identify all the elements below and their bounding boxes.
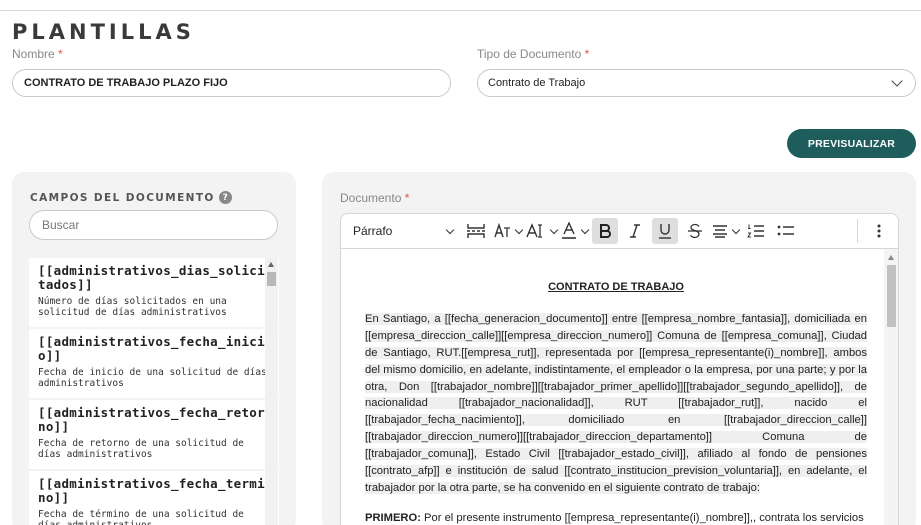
list-item[interactable]: [[administrativos_fecha_inicio]] Fecha d… — [29, 329, 279, 398]
paragraph-text: Por el presente instrumento [[empresa_re… — [420, 511, 864, 524]
field-name: [[administrativos_fecha_termino]] — [38, 476, 265, 505]
field-name: [[administrativos_dias_solicitados]] — [38, 263, 265, 292]
name-label-text: Nombre — [12, 47, 55, 61]
required-mark: * — [404, 191, 410, 205]
required-mark: * — [58, 47, 63, 61]
document-panel: Documento * Párrafo CONTRATO DE TRABAJO … — [322, 172, 916, 525]
align-icon[interactable] — [712, 218, 739, 244]
doc-type-select[interactable]: Contrato de Trabajo — [477, 69, 916, 97]
page-title: PLANTILLAS — [12, 20, 195, 44]
document-label: Documento * — [340, 191, 409, 205]
chevron-down-icon — [445, 225, 455, 234]
numbered-list-icon[interactable] — [743, 218, 769, 244]
bullet-list-icon[interactable] — [773, 218, 799, 244]
document-content: CONTRATO DE TRABAJO En Santiago, a [[fec… — [365, 279, 867, 525]
fields-panel-title-text: CAMPOS DEL DOCUMENTO — [30, 191, 215, 204]
field-description: Fecha de inicio de una solicitud de días… — [38, 367, 267, 389]
help-icon[interactable]: ? — [218, 191, 232, 204]
paragraph-text: En Santiago, a [[fecha_generacion_docume… — [365, 312, 867, 494]
editor-scrollbar[interactable] — [884, 249, 898, 525]
search-input[interactable] — [29, 210, 278, 240]
required-mark: * — [584, 47, 590, 61]
doc-type-label: Tipo de Documento * — [477, 47, 589, 61]
scrollbar-thumb[interactable] — [887, 265, 896, 327]
document-title: CONTRATO DE TRABAJO — [548, 281, 684, 293]
list-item[interactable]: [[administrativos_fecha_termino]] Fecha … — [29, 471, 279, 525]
name-input[interactable] — [12, 69, 451, 97]
chevron-down-icon — [891, 75, 903, 87]
font-color-icon[interactable] — [561, 218, 588, 244]
name-label: Nombre * — [12, 47, 63, 61]
scrollbar-thumb[interactable] — [267, 272, 276, 286]
font-size-icon[interactable] — [493, 218, 522, 244]
preview-button[interactable]: PREVISUALIZAR — [787, 129, 916, 158]
paragraph-format-value: Párrafo — [353, 224, 393, 238]
document-editor[interactable]: CONTRATO DE TRABAJO En Santiago, a [[fec… — [340, 249, 899, 525]
more-icon[interactable] — [866, 218, 892, 244]
document-label-text: Documento — [340, 191, 402, 205]
list-item[interactable]: [[administrativos_dias_solicitados]] Núm… — [29, 258, 279, 327]
field-name: [[administrativos_fecha_retorno]] — [38, 405, 265, 434]
strikethrough-icon[interactable] — [682, 218, 708, 244]
field-description: Fecha de retorno de una solicitud de día… — [38, 438, 244, 460]
list-item[interactable]: [[administrativos_fecha_retorno]] Fecha … — [29, 400, 279, 469]
italic-icon[interactable] — [622, 218, 648, 244]
editor-toolbar: Párrafo — [340, 213, 899, 249]
scroll-up-arrow-icon[interactable] — [888, 255, 894, 260]
paragraph-format-select[interactable]: Párrafo — [341, 214, 461, 248]
fields-panel-title: CAMPOS DEL DOCUMENTO ? — [30, 191, 232, 204]
document-paragraph: PRIMERO: Por el presente instrumento [[e… — [365, 510, 867, 525]
bold-icon[interactable] — [592, 218, 618, 244]
field-name: [[administrativos_fecha_inicio]] — [38, 334, 265, 363]
underline-icon[interactable] — [652, 218, 678, 244]
field-description: Número de días solicitados en una solici… — [38, 296, 227, 318]
page-break-icon[interactable] — [463, 218, 489, 244]
fields-list: [[administrativos_dias_solicitados]] Núm… — [29, 258, 279, 525]
scroll-up-arrow-icon[interactable] — [268, 262, 274, 267]
fields-panel: CAMPOS DEL DOCUMENTO ? [[administrativos… — [12, 172, 296, 525]
clause-lead: PRIMERO: — [365, 511, 421, 524]
toolbar-divider — [857, 219, 858, 243]
doc-type-label-text: Tipo de Documento — [477, 47, 582, 61]
field-description: Fecha de término de una solicitud de día… — [38, 509, 244, 525]
fields-list-scrollbar[interactable] — [265, 258, 278, 525]
font-family-icon[interactable] — [526, 218, 557, 244]
doc-type-value: Contrato de Trabajo — [488, 77, 586, 89]
document-paragraph: En Santiago, a [[fecha_generacion_docume… — [365, 311, 867, 497]
top-divider — [0, 10, 921, 11]
